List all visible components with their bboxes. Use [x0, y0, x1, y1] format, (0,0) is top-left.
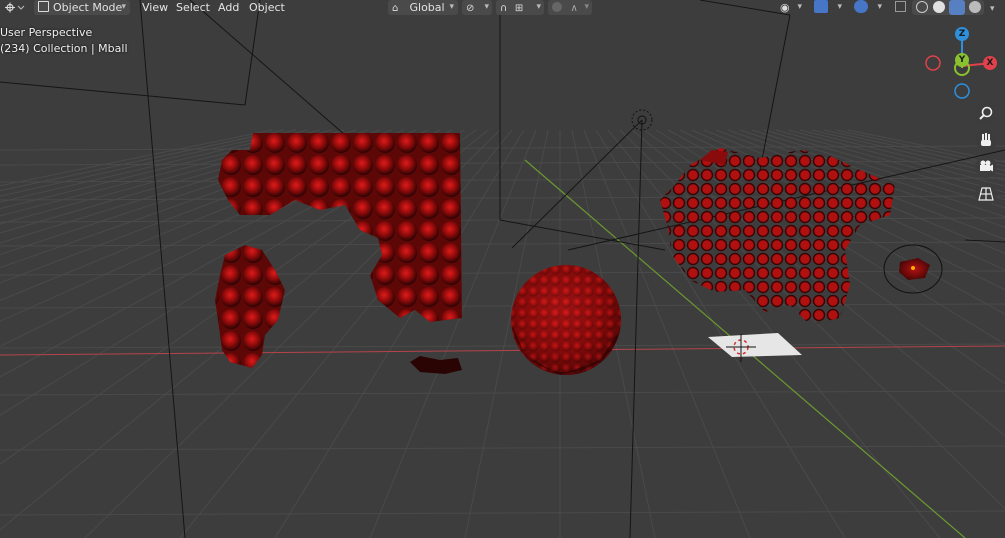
shading-mode-group: [912, 0, 984, 15]
relationship-lines: [0, 0, 1005, 538]
gizmo-y-axis-handle[interactable]: Y: [955, 53, 969, 67]
editor-type-button[interactable]: [3, 0, 25, 15]
metaball-field-left[interactable]: [215, 133, 462, 374]
chevron-down-icon: ▾: [584, 2, 589, 12]
chevron-down-icon: ▾: [536, 2, 541, 12]
view-name-label: User Perspective: [0, 26, 93, 39]
pivot-point-dropdown[interactable]: ⊘ ▾: [462, 0, 492, 15]
gizmo-toggle[interactable]: ▾: [810, 0, 844, 15]
camera-icon: [980, 160, 993, 172]
zoom-button[interactable]: [975, 102, 997, 124]
navigation-gizmo[interactable]: Z X Y: [920, 24, 1005, 104]
plane-object[interactable]: [708, 333, 802, 357]
zoom-icon: [979, 106, 993, 120]
overlays-toggle[interactable]: ▾: [850, 0, 884, 15]
orientation-icon: ⌂: [392, 3, 399, 14]
material-shading-icon[interactable]: [949, 0, 965, 15]
menu-select[interactable]: Select: [172, 0, 214, 15]
snap-controls[interactable]: ∩ ⊞ ▾: [496, 0, 544, 15]
object-mode-icon: [38, 1, 49, 12]
scene-canvas[interactable]: [0, 0, 1005, 538]
hand-pan-icon: [981, 133, 991, 146]
grid-ortho-icon: [978, 187, 994, 201]
visibility-dropdown[interactable]: ◉ ▾: [776, 0, 804, 15]
snap-increment-icon: ⊞: [514, 3, 524, 14]
collection-info-label: (234) Collection | Mball: [0, 42, 128, 55]
metaball-cloud-right[interactable]: [660, 148, 895, 325]
metaball-sphere[interactable]: [511, 265, 621, 375]
editor-type-icon: [5, 2, 25, 13]
overlay-icon: [854, 0, 868, 13]
gizmo-icon: [814, 0, 828, 13]
snap-magnet-icon: ∩: [500, 3, 508, 14]
eye-icon: ◉: [780, 1, 790, 14]
transform-orientation-dropdown[interactable]: ⌂ Global ▾: [388, 0, 458, 15]
chevron-down-icon: ▾: [797, 2, 802, 12]
chevron-down-icon: ▾: [449, 2, 454, 12]
chevron-down-icon: ▾: [121, 2, 126, 12]
object-mode-label: Object Mode: [53, 1, 123, 14]
menu-add[interactable]: Add: [214, 0, 243, 15]
chevron-down-icon: ▾: [877, 2, 882, 12]
camera-view-button[interactable]: [975, 156, 997, 178]
gizmo-z-axis-handle[interactable]: Z: [955, 27, 969, 41]
object-mode-dropdown[interactable]: Object Mode ▾: [34, 0, 130, 15]
gizmo-x-axis-handle[interactable]: X: [983, 56, 997, 70]
proportional-edit-icon: [552, 2, 562, 12]
xray-icon: [895, 1, 906, 12]
shading-options-dropdown[interactable]: ▾: [988, 0, 1002, 15]
wireframe-shading-icon[interactable]: [916, 1, 928, 13]
metaball-small-selected[interactable]: [883, 244, 943, 294]
chevron-down-icon: ▾: [837, 2, 842, 12]
menu-object[interactable]: Object: [245, 0, 289, 15]
falloff-curve-icon: ∧: [570, 3, 578, 14]
proportional-edit-controls[interactable]: ∧ ▾: [548, 0, 592, 15]
chevron-down-icon: ▾: [990, 4, 995, 14]
pan-button[interactable]: [975, 129, 997, 151]
orientation-label: Global: [409, 1, 445, 14]
chevron-down-icon: ▾: [484, 2, 489, 12]
3d-viewport[interactable]: Object Mode ▾ View Select Add Object ⌂ Glob…: [0, 0, 1005, 538]
solid-shading-icon[interactable]: [933, 1, 945, 13]
xray-toggle[interactable]: [891, 0, 907, 15]
pivot-point-icon: ⊘: [466, 3, 475, 14]
toggle-ortho-button[interactable]: [975, 183, 997, 205]
viewport-header: Object Mode ▾ View Select Add Object ⌂ Glob…: [0, 0, 1005, 16]
rendered-shading-icon[interactable]: [969, 1, 981, 13]
menu-view[interactable]: View: [138, 0, 172, 15]
